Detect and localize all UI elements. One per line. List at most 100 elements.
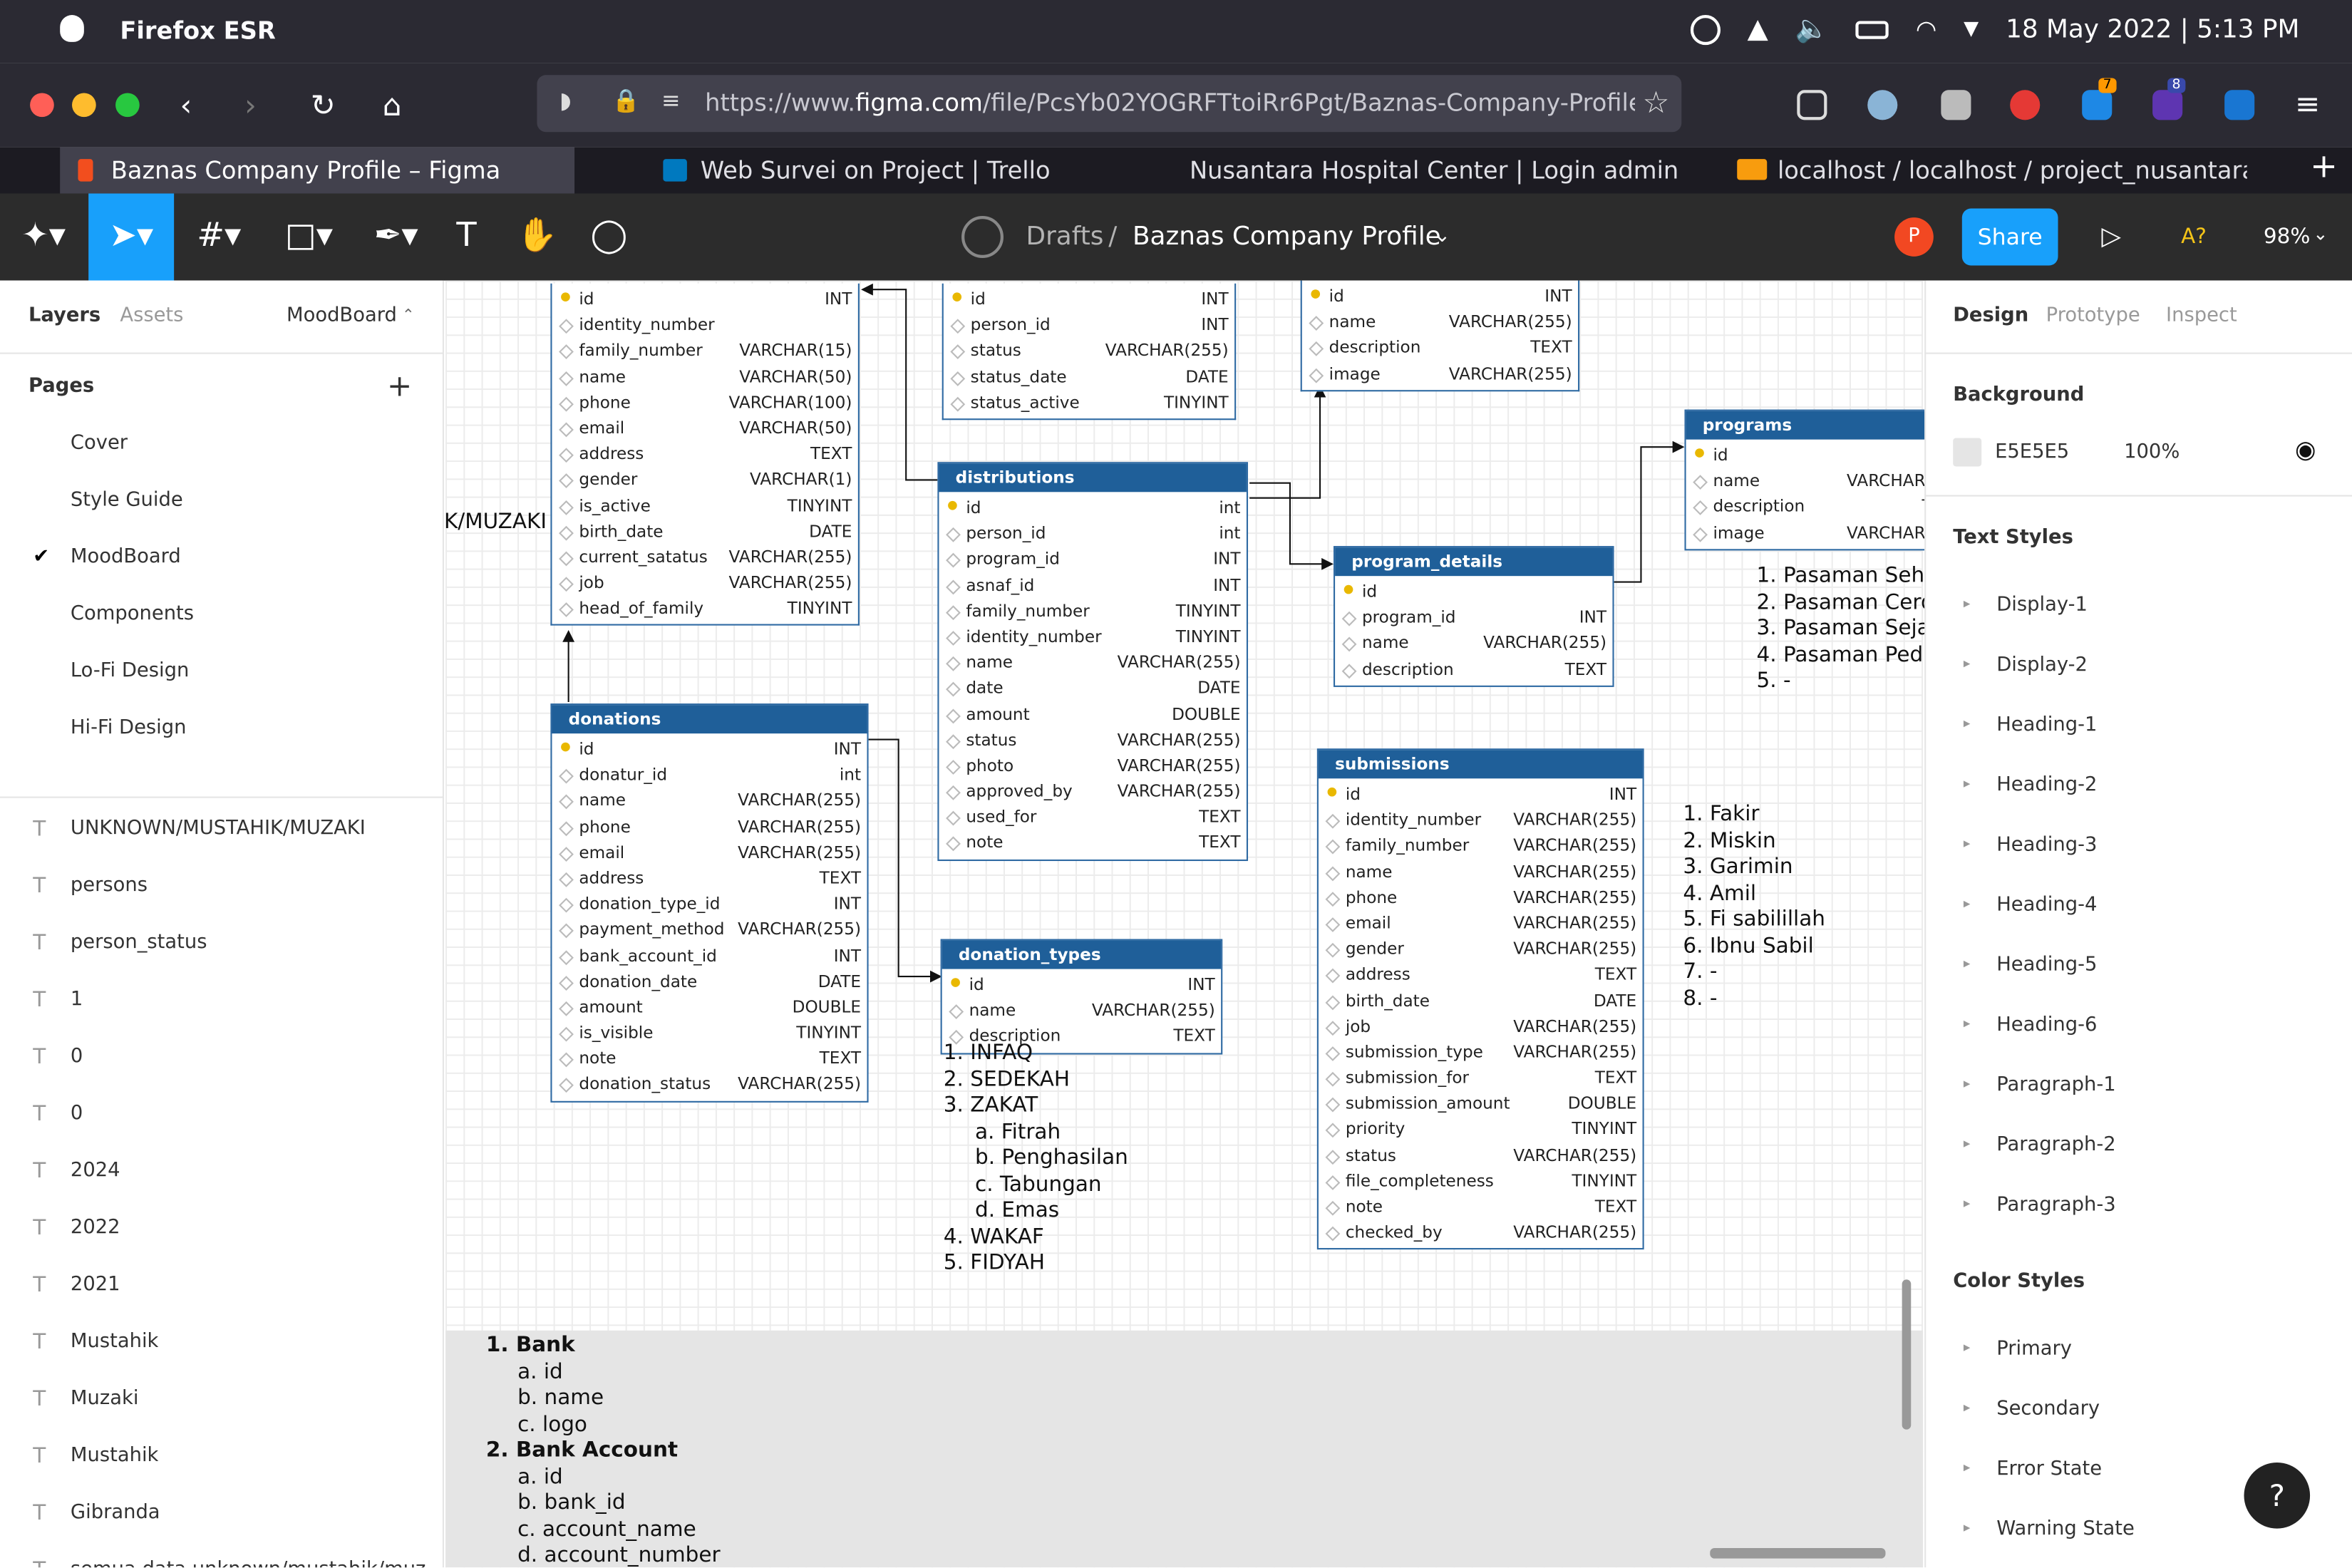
column-row[interactable]: phone VARCHAR(255) <box>1319 884 1643 910</box>
asnaf-list-item[interactable]: 3. Garimin <box>1683 855 1793 882</box>
primary-key-row[interactable]: id int <box>939 495 1246 521</box>
expand-arrow-icon[interactable]: ▸ <box>1964 1017 1971 1032</box>
column-row[interactable]: person_id int <box>939 521 1246 547</box>
text-style-item[interactable]: Heading-2 <box>1996 774 2097 797</box>
table-header[interactable]: programs <box>1686 411 1939 440</box>
primary-key-row[interactable]: id INT <box>552 287 857 312</box>
asnaf-list-item[interactable]: 4. Amil <box>1683 881 1756 907</box>
asnaf-list-item[interactable]: 1. Fakir <box>1683 803 1759 829</box>
column-row[interactable]: identity_number <box>552 312 857 338</box>
text-style-item[interactable]: Paragraph-3 <box>1996 1194 2115 1217</box>
extension-red-icon[interactable] <box>2010 90 2041 120</box>
erd-table-unnamed[interactable]: id INT name VARCHAR(255) description TEXT imag… <box>1300 280 1580 391</box>
expand-arrow-icon[interactable]: ▸ <box>1964 1137 1971 1152</box>
bank-list-item[interactable]: 2. Bank Account <box>486 1438 678 1465</box>
table-header[interactable]: program_details <box>1335 547 1613 577</box>
column-row[interactable]: donation_date DATE <box>552 969 867 994</box>
erd-table-programs[interactable]: programsidnameVARCHAR(descriptionTimageV… <box>1684 409 1940 550</box>
column-row[interactable]: birth_date DATE <box>552 519 857 545</box>
column-row[interactable]: family_number VARCHAR(15) <box>552 338 857 363</box>
expand-arrow-icon[interactable]: ▸ <box>1964 837 1971 852</box>
text-style-item[interactable]: Display-2 <box>1996 654 2088 677</box>
vertical-scrollbar[interactable] <box>1902 1279 1912 1430</box>
column-row[interactable]: email VARCHAR(255) <box>1319 910 1643 936</box>
expand-arrow-icon[interactable]: ▸ <box>1964 1077 1971 1092</box>
hamburger-menu-icon[interactable]: ≡ <box>2295 86 2320 122</box>
expand-arrow-icon[interactable]: ▸ <box>1964 1341 1971 1356</box>
text-style-item[interactable]: Heading-5 <box>1996 954 2097 977</box>
extension-purple-icon[interactable] <box>2152 90 2183 120</box>
column-row[interactable]: phone VARCHAR(100) <box>552 390 857 416</box>
donation-type-list-item[interactable]: c. Tabungan <box>975 1172 1102 1199</box>
expand-arrow-icon[interactable]: ▸ <box>1964 1521 1971 1536</box>
table-header[interactable]: submissions <box>1318 750 1643 779</box>
column-row[interactable]: name VARCHAR(255) <box>1302 309 1578 335</box>
color-style-item[interactable]: Error State <box>1996 1458 2102 1481</box>
eye-icon[interactable]: ◉ <box>2295 435 2316 463</box>
column-row[interactable]: head_of_family TINYINT <box>552 596 857 621</box>
text-style-item[interactable]: Heading-1 <box>1996 714 2097 737</box>
donation-type-list-item[interactable]: a. Fitrah <box>975 1120 1061 1146</box>
column-row[interactable]: program_id INT <box>1335 605 1612 631</box>
expand-arrow-icon[interactable]: ▸ <box>1964 1401 1971 1416</box>
erd-table-distributions[interactable]: distributions id int person_id int program_id… <box>937 462 1249 861</box>
column-row[interactable]: submission_type VARCHAR(255) <box>1319 1039 1643 1065</box>
column-row[interactable]: name VARCHAR(255) <box>552 788 867 814</box>
column-row[interactable]: name VARCHAR(50) <box>552 363 857 389</box>
column-row[interactable]: program_id INT <box>939 547 1246 572</box>
column-row[interactable]: note TEXT <box>1319 1194 1643 1219</box>
expand-arrow-icon[interactable]: ▸ <box>1964 1461 1971 1476</box>
asnaf-list-item[interactable]: 7. - <box>1683 960 1717 986</box>
column-row[interactable]: family_number TINYINT <box>939 598 1246 624</box>
column-row[interactable]: status VARCHAR(255) <box>1319 1143 1643 1168</box>
color-style-item[interactable]: Primary <box>1996 1338 2072 1361</box>
column-row[interactable]: descriptionT <box>1686 494 1939 520</box>
column-row[interactable]: name VARCHAR( <box>1686 468 1939 494</box>
column-row[interactable]: is_visible TINYINT <box>552 1020 867 1046</box>
erd-table-donation_types[interactable]: donation_types id INT name VARCHAR(255) descr… <box>940 939 1223 1054</box>
extension-s-icon[interactable] <box>2224 90 2255 120</box>
column-row[interactable]: date DATE <box>939 676 1246 701</box>
column-row[interactable]: submission_amount DOUBLE <box>1319 1091 1643 1117</box>
bank-list-item[interactable]: a. id <box>517 1360 563 1386</box>
extension-icon[interactable] <box>1941 90 1971 120</box>
text-style-item[interactable]: Heading-3 <box>1996 834 2097 857</box>
tab-inspect[interactable]: Inspect <box>2166 304 2237 327</box>
column-row[interactable]: donation_type_id INT <box>552 891 867 917</box>
background-hex-input[interactable]: E5E5E5 <box>1995 441 2069 464</box>
column-row[interactable]: amount DOUBLE <box>939 701 1246 727</box>
column-row[interactable]: is_active TINYINT <box>552 492 857 518</box>
asnaf-list-item[interactable]: 8. - <box>1683 986 1717 1013</box>
zoom-level[interactable]: 98% <box>2264 225 2311 249</box>
column-row[interactable]: description TEXT <box>1335 656 1612 682</box>
donation-type-list-item[interactable]: 4. WAKAF <box>944 1224 1044 1251</box>
erd-table-program_details[interactable]: program_details id program_id INT name VARCHA… <box>1333 546 1614 687</box>
bank-list-item[interactable]: b. name <box>517 1386 604 1413</box>
dropdown-icon[interactable]: ▼ <box>1964 18 1979 41</box>
table-header[interactable]: donations <box>552 705 867 734</box>
column-row[interactable]: payment_method VARCHAR(255) <box>552 917 867 943</box>
text-style-item[interactable]: Paragraph-2 <box>1996 1134 2115 1157</box>
column-row[interactable]: address TEXT <box>552 865 867 891</box>
column-row[interactable]: address TEXT <box>1319 962 1643 988</box>
table-header[interactable]: donation_types <box>942 940 1222 969</box>
clock[interactable]: 18 May 2022 | 5:13 PM <box>2006 14 2299 44</box>
bank-list-item[interactable]: 1. Bank <box>486 1334 575 1360</box>
erd-table-submissions[interactable]: submissions id INT identity_number VARCHAR(2… <box>1316 748 1644 1250</box>
column-row[interactable]: file_completeness TINYINT <box>1319 1168 1643 1194</box>
expand-arrow-icon[interactable]: ▸ <box>1964 717 1971 732</box>
column-row[interactable]: status_active TINYINT <box>944 390 1234 416</box>
asnaf-list-item[interactable]: 2. Miskin <box>1683 829 1775 855</box>
program-list-item[interactable]: 1. Pasaman Seha <box>1756 564 1937 590</box>
program-list-item[interactable]: 4. Pasaman Pedu <box>1756 643 1936 669</box>
column-row[interactable]: name VARCHAR(255) <box>942 998 1221 1023</box>
font-warning-icon[interactable]: A? <box>2181 225 2207 249</box>
donation-type-list-item[interactable]: 2. SEDEKAH <box>944 1067 1070 1093</box>
column-row[interactable]: name VARCHAR(255) <box>939 650 1246 676</box>
asnaf-list-item[interactable]: 5. Fi sabilillah <box>1683 907 1825 934</box>
column-row[interactable]: identity_number VARCHAR(255) <box>1319 808 1643 833</box>
color-style-item[interactable]: Secondary <box>1996 1398 2100 1420</box>
primary-key-row[interactable]: id <box>1686 443 1939 468</box>
bank-list-item[interactable]: b. bank_id <box>517 1491 626 1517</box>
column-row[interactable]: current_satatus VARCHAR(255) <box>552 545 857 570</box>
